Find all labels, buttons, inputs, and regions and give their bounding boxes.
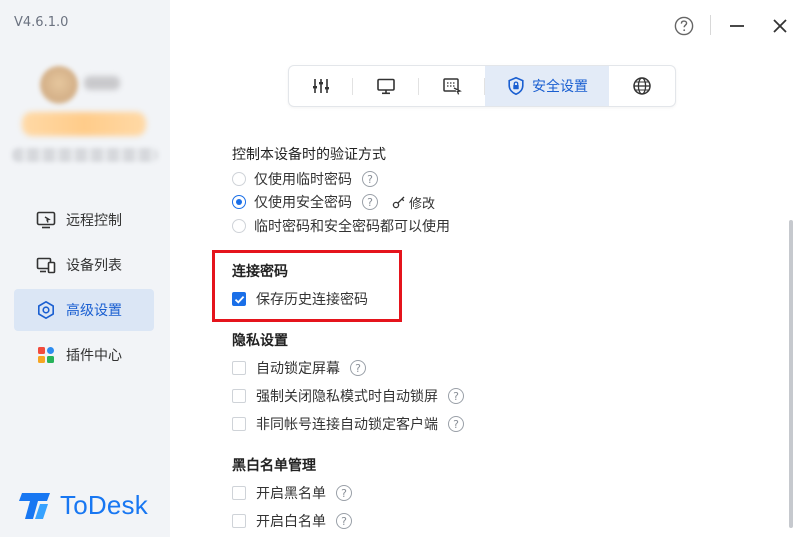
help-icon[interactable]: ? — [336, 513, 352, 529]
option-label: 自动锁定屏幕 — [256, 361, 340, 377]
tab-label: 安全设置 — [532, 79, 588, 95]
tab-screen[interactable] — [419, 66, 485, 106]
help-icon — [674, 16, 694, 36]
option-label: 强制关闭隐私模式时自动锁屏 — [256, 389, 438, 405]
membership-badge-blurred[interactable] — [22, 112, 146, 136]
option-label: 开启白名单 — [256, 514, 326, 530]
key-icon — [392, 196, 405, 209]
radio-temp-password-only[interactable]: 仅使用临时密码 ? — [232, 169, 378, 189]
remote-control-icon — [35, 209, 57, 231]
checkbox[interactable] — [232, 417, 246, 431]
sidebar-item-label: 高级设置 — [66, 303, 122, 319]
checkbox-auto-lock-screen[interactable]: 自动锁定屏幕 ? — [232, 358, 366, 378]
sidebar-item-plugin-center[interactable]: 插件中心 — [14, 334, 154, 376]
username-blurred — [84, 76, 120, 90]
checkbox[interactable] — [232, 514, 246, 528]
checkbox[interactable] — [232, 361, 246, 375]
option-label: 开启黑名单 — [256, 486, 326, 502]
sidebar-item-label: 设备列表 — [66, 258, 122, 274]
checkbox-lock-on-privacy-off[interactable]: 强制关闭隐私模式时自动锁屏 ? — [232, 386, 464, 406]
highlight-box — [212, 250, 402, 322]
minimize-button[interactable] — [724, 12, 750, 40]
radio-both-passwords[interactable]: 临时密码和安全密码都可以使用 — [232, 216, 450, 236]
sidebar-item-device-list[interactable]: 设备列表 — [14, 244, 154, 286]
help-icon[interactable]: ? — [448, 416, 464, 432]
tab-general[interactable] — [289, 66, 353, 106]
close-icon — [773, 19, 787, 33]
sidebar-item-label: 插件中心 — [66, 348, 122, 364]
brand-name: ToDesk — [60, 490, 148, 520]
help-icon[interactable]: ? — [362, 171, 378, 187]
checkbox-lock-client-other-account[interactable]: 非同帐号连接自动锁定客户端 ? — [232, 414, 464, 434]
todesk-logo: ToDesk — [18, 490, 148, 521]
blacklist-whitelist-title: 黑白名单管理 — [232, 458, 316, 474]
option-label: 临时密码和安全密码都可以使用 — [254, 219, 450, 235]
checkbox[interactable] — [232, 486, 246, 500]
radio-button[interactable] — [232, 172, 246, 186]
checkbox-enable-whitelist[interactable]: 开启白名单 ? — [232, 511, 352, 531]
tab-display[interactable] — [353, 66, 419, 106]
plugin-center-icon — [35, 344, 57, 366]
tab-network[interactable] — [609, 66, 675, 106]
checkbox-enable-blacklist[interactable]: 开启黑名单 ? — [232, 483, 352, 503]
device-list-icon — [35, 254, 57, 276]
radio-button-selected[interactable] — [232, 195, 246, 209]
privacy-settings-title: 隐私设置 — [232, 333, 288, 349]
sidebar-item-label: 远程控制 — [66, 213, 122, 229]
version-label: V4.6.1.0 — [14, 15, 69, 30]
sliders-icon — [313, 79, 329, 93]
sidebar: V4.6.1.0 远程控制 设备列表 高级设置 插件中心 ToDesk — [0, 0, 170, 537]
titlebar-divider — [710, 15, 711, 35]
monitor-icon — [377, 78, 395, 95]
radio-secure-password-only[interactable]: 仅使用安全密码 ? 修改 — [232, 192, 435, 212]
scrollbar[interactable] — [789, 220, 793, 528]
account-info-blurred — [12, 148, 158, 162]
avatar[interactable] — [40, 66, 78, 104]
option-label: 非同帐号连接自动锁定客户端 — [256, 417, 438, 433]
help-button[interactable] — [672, 12, 696, 40]
globe-icon — [633, 77, 651, 95]
radio-button[interactable] — [232, 219, 246, 233]
option-label: 仅使用临时密码 — [254, 172, 352, 188]
close-button[interactable] — [767, 12, 793, 40]
help-icon[interactable]: ? — [362, 194, 378, 210]
minimize-icon — [730, 25, 744, 27]
help-icon[interactable]: ? — [350, 360, 366, 376]
advanced-settings-icon — [35, 299, 57, 321]
sidebar-nav: 远程控制 设备列表 高级设置 插件中心 — [14, 199, 154, 379]
shield-lock-icon — [508, 76, 524, 96]
modify-password-link[interactable]: 修改 — [392, 193, 435, 212]
option-label: 仅使用安全密码 — [254, 195, 352, 211]
verification-heading: 控制本设备时的验证方式 — [232, 147, 386, 163]
sidebar-item-remote-control[interactable]: 远程控制 — [14, 199, 154, 241]
todesk-window: V4.6.1.0 远程控制 设备列表 高级设置 插件中心 ToDesk 安全设置… — [0, 0, 803, 537]
sidebar-item-advanced-settings[interactable]: 高级设置 — [14, 289, 154, 331]
tab-security-settings[interactable]: 安全设置 — [485, 66, 609, 106]
todesk-logo-icon — [19, 492, 50, 519]
help-icon[interactable]: ? — [336, 485, 352, 501]
help-icon[interactable]: ? — [448, 388, 464, 404]
screen-select-icon — [443, 78, 462, 95]
settings-tabbar: 安全设置 — [288, 65, 676, 107]
checkbox[interactable] — [232, 389, 246, 403]
modify-label: 修改 — [409, 196, 436, 212]
